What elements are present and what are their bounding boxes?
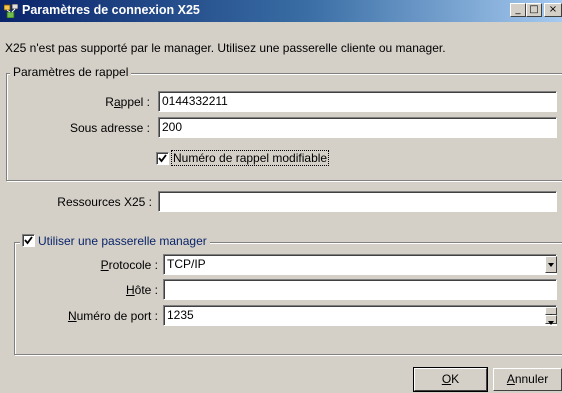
protocole-value: TCP/IP [167,257,206,271]
annuler-label-accel: A [506,372,515,386]
rappel-label-post: ppel : [120,95,150,109]
modifiable-checkbox[interactable] [156,152,169,165]
sous-adresse-input[interactable]: 200 [158,117,557,138]
protocole-label-accel: P [100,258,109,272]
gateway-checkbox[interactable] [22,234,35,247]
modifiable-label[interactable]: Numéro de rappel modifiable [171,150,330,166]
protocole-select[interactable]: TCP/IP [163,254,557,275]
ok-label-rest: K [451,372,460,386]
protocole-dropdown-button[interactable] [545,256,557,273]
ressources-input[interactable] [158,191,557,212]
rappel-label: Rappel : [60,95,150,109]
port-spin-up[interactable] [545,307,557,318]
ok-label-accel: O [441,372,452,386]
protocole-label: Protocole : [40,258,158,272]
hote-label-rest: ôte : [134,283,158,297]
port-input[interactable]: 1235 [163,305,557,326]
dropdown-arrow-icon [548,263,554,267]
ressources-label: Ressources X25 : [57,195,152,209]
window-title: Paramètres de connexion X25 [22,3,200,17]
close-icon: × [548,4,558,15]
port-label-accel: N [67,309,77,323]
sous-adresse-label: Sous adresse : [69,121,150,135]
title-bar[interactable]: Paramètres de connexion X25 _ □ × [0,0,562,22]
maximize-button[interactable]: □ [526,3,542,17]
ok-button[interactable]: OK [413,367,488,392]
rappel-input[interactable]: 0144332211 [158,91,557,112]
dialog-window: Paramètres de connexion X25 _ □ × X25 n'… [0,0,562,393]
callback-group-legend: Paramètres de rappel [10,65,132,79]
gateway-group-legend: Utiliser une passerelle manager [20,234,210,248]
network-app-icon [3,3,19,19]
rappel-label-pre: R [105,95,114,109]
port-value: 1235 [167,308,194,322]
hote-label-accel: H [125,283,135,297]
annuler-label-rest: nnuler [514,372,549,386]
info-message: X25 n'est pas supporté par le manager. U… [5,41,446,55]
hote-input[interactable] [163,279,557,300]
minimize-icon: _ [515,4,521,15]
modifiable-label-text: Numéro de rappel modifiable [173,151,328,165]
port-spin-down[interactable] [545,315,557,325]
gateway-legend-text[interactable]: Utiliser une passerelle manager [38,234,207,248]
port-label-rest: uméro de port : [76,309,158,323]
maximize-icon: □ [529,4,539,15]
annuler-button[interactable]: Annuler [493,368,562,391]
rappel-label-accel: a [113,95,121,109]
minimize-button[interactable]: _ [510,3,526,17]
dialog-body: X25 n'est pas supporté par le manager. U… [0,22,562,393]
check-icon [158,154,167,163]
port-label: Numéro de port : [40,309,158,323]
check-icon [24,236,33,245]
close-button[interactable]: × [544,3,562,17]
hote-label: Hôte : [40,283,158,297]
protocole-label-rest: rotocole : [108,258,158,272]
spin-down-icon [548,321,554,325]
